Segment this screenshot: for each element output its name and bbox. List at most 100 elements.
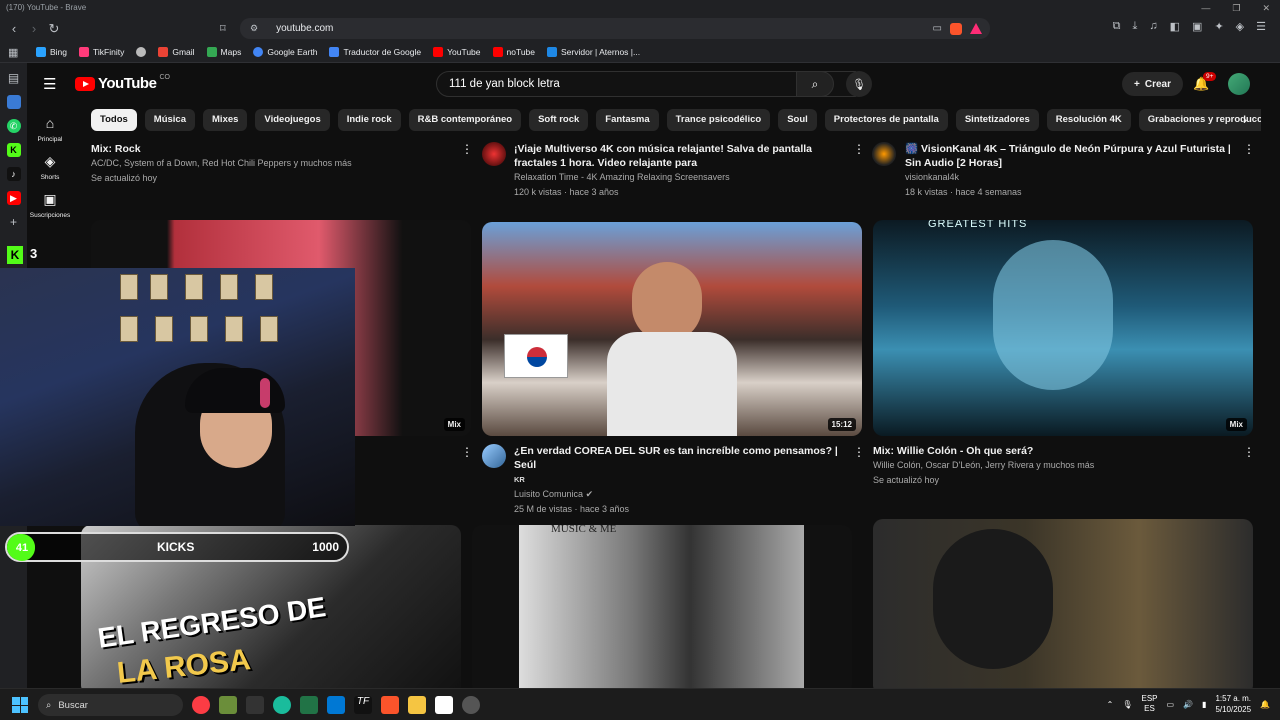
capcut-icon[interactable] — [435, 696, 453, 714]
bookmark-globe[interactable] — [136, 46, 147, 57]
kick-icon[interactable]: K — [6, 143, 21, 157]
microphone-tray-icon[interactable]: 🎙 — [1122, 700, 1132, 709]
bookmark-bing[interactable]: Bing — [36, 46, 67, 57]
minimize-icon[interactable]: — — [1201, 0, 1210, 16]
add-panel-icon[interactable]: + — [7, 215, 21, 229]
chip-todos[interactable]: Todos — [91, 109, 137, 131]
video-card-mix-rock[interactable]: Mix: Rock AC/DC, System of a Down, Red H… — [91, 142, 471, 186]
reload-icon[interactable]: ↻ — [44, 21, 64, 37]
brave-shields-icon[interactable] — [950, 22, 962, 35]
guide-item-shorts[interactable]: ◈ Shorts — [27, 153, 73, 181]
tray-overflow-icon[interactable]: ⌃ — [1107, 700, 1114, 709]
video-title[interactable]: ¡Viaje Multiverso 4K con música relajant… — [514, 142, 854, 170]
chip-screensavers[interactable]: Protectores de pantalla — [824, 109, 948, 131]
itunes-icon[interactable] — [192, 696, 210, 714]
ai-icon[interactable]: ✦ — [1214, 20, 1223, 33]
menu-icon[interactable]: ☰ — [1256, 20, 1266, 33]
more-options-icon[interactable]: ⋮ — [853, 445, 865, 459]
video-title[interactable]: 🎆 VisionKanal 4K – Triángulo de Neón Púr… — [905, 142, 1240, 170]
site-info-icon[interactable]: ⚙ — [250, 23, 258, 34]
chip-musica[interactable]: Música — [144, 109, 196, 131]
language-indicator[interactable]: ESP ES — [1141, 694, 1157, 714]
youtube-sidebar-icon[interactable]: ▶ — [6, 191, 21, 205]
video-title[interactable]: Mix: Rock — [91, 142, 471, 156]
spreadsheet-icon[interactable] — [300, 696, 318, 714]
search-input[interactable]: 111 de yan block letra ✕ — [436, 71, 856, 97]
apps-icon[interactable]: ▦ — [8, 46, 18, 59]
volume-icon[interactable]: 🔊 — [1183, 700, 1193, 709]
bookmark-translate[interactable]: Traductor de Google — [329, 46, 421, 57]
more-options-icon[interactable]: ⋮ — [1243, 142, 1255, 156]
reading-list-icon[interactable]: ▤ — [7, 71, 21, 85]
channel-avatar[interactable] — [872, 142, 896, 166]
chip-fantasma[interactable]: Fantasma — [596, 109, 659, 131]
wallet-icon[interactable]: ▣ — [1192, 20, 1202, 33]
guide-item-home[interactable]: ⌂ Principal — [27, 115, 73, 143]
whatsapp-icon[interactable]: ✆ — [6, 119, 21, 133]
chip-4k[interactable]: Resolución 4K — [1046, 109, 1131, 131]
vpn-icon[interactable]: ◈ — [1236, 20, 1244, 33]
notifications-icon[interactable]: 🔔 — [1260, 700, 1270, 709]
maximize-icon[interactable]: ❐ — [1232, 0, 1240, 16]
bookmark-tikfinity[interactable]: TikFinity — [79, 46, 124, 57]
taskbar-clock[interactable]: 1:57 a. m. 5/10/2025 — [1215, 693, 1251, 715]
screenshot-icon[interactable]: ⧉ — [1113, 20, 1121, 33]
youtube-logo[interactable]: YouTube CO — [75, 74, 170, 92]
video-card-visionkanal[interactable]: 🎆 VisionKanal 4K – Triángulo de Neón Púr… — [905, 142, 1240, 200]
media-icon[interactable]: ♫ — [1149, 20, 1157, 33]
chip-mixes[interactable]: Mixes — [203, 109, 248, 131]
video-card-corea[interactable]: ¿En verdad COREA DEL SUR es tan increíbl… — [514, 444, 849, 517]
bookmark-notube[interactable]: noTube — [492, 46, 535, 57]
video-card-multiverso[interactable]: ¡Viaje Multiverso 4K con música relajant… — [514, 142, 854, 200]
minecraft-icon[interactable] — [219, 696, 237, 714]
address-bar[interactable]: ⌑ ⚙ youtube.com ▭ — [220, 18, 990, 39]
video-title[interactable]: Mix: Willie Colón - Oh que será? — [873, 444, 1233, 458]
video-thumbnail[interactable] — [873, 519, 1253, 688]
sidebar-toggle-icon[interactable]: ◧ — [1170, 20, 1180, 33]
call-of-duty-icon[interactable] — [246, 696, 264, 714]
video-title[interactable]: ¿En verdad COREA DEL SUR es tan increíbl… — [514, 444, 849, 472]
more-options-icon[interactable]: ⋮ — [853, 142, 865, 156]
channel-avatar[interactable] — [482, 142, 506, 166]
more-options-icon[interactable]: ⋮ — [461, 445, 473, 459]
channel-avatar[interactable] — [482, 444, 506, 468]
bookmark-aternos[interactable]: Servidor | Aternos |... — [547, 46, 640, 57]
video-card-willie-colon[interactable]: Mix: Willie Colón - Oh que será? Willie … — [873, 444, 1233, 488]
chips-next-icon[interactable]: › — [1243, 113, 1247, 127]
guide-item-subscriptions[interactable]: ▣ Suscripciones — [27, 191, 73, 219]
voice-search-button[interactable]: 🎙 — [846, 71, 872, 97]
network-icon[interactable]: ▭ — [1167, 700, 1175, 709]
bookmark-maps[interactable]: Maps — [206, 46, 241, 57]
brave-rewards-icon[interactable] — [970, 22, 982, 34]
bookmark-youtube[interactable]: YouTube — [433, 46, 481, 57]
brave-icon[interactable] — [381, 696, 399, 714]
bookmark-gmail[interactable]: Gmail — [158, 46, 195, 57]
chip-videojuegos[interactable]: Videojuegos — [255, 109, 330, 131]
app-icon[interactable] — [273, 696, 291, 714]
obs-icon[interactable] — [462, 696, 480, 714]
close-window-icon[interactable]: ✕ — [1262, 0, 1270, 16]
windows-start-icon[interactable] — [12, 697, 28, 713]
create-button[interactable]: + Crear — [1122, 72, 1183, 96]
cast-icon[interactable]: ▭ — [933, 23, 942, 35]
chip-trance[interactable]: Trance psicodélico — [666, 109, 771, 131]
search-button[interactable]: ⌕ — [796, 71, 834, 97]
file-explorer-icon[interactable] — [408, 696, 426, 714]
bookmark-google-earth[interactable]: Google Earth — [253, 46, 317, 57]
tikfinity-app-icon[interactable]: TF — [354, 696, 372, 714]
taskbar-search[interactable]: ⌕ Buscar — [38, 694, 183, 716]
more-options-icon[interactable]: ⋮ — [461, 142, 473, 156]
chip-soul[interactable]: Soul — [778, 109, 817, 131]
forward-icon[interactable]: › — [24, 21, 44, 36]
account-avatar[interactable] — [1228, 73, 1250, 95]
bookmark-icon[interactable]: ⌑ — [220, 22, 226, 35]
sidebar-app-icon[interactable] — [6, 95, 21, 109]
battery-icon[interactable]: ▮ — [1202, 700, 1206, 709]
hamburger-menu-icon[interactable]: ☰ — [43, 75, 56, 93]
store-icon[interactable] — [327, 696, 345, 714]
video-thumbnail[interactable]: 15:12 — [482, 222, 862, 436]
video-thumbnail[interactable]: MUSIC & ME — [472, 525, 852, 688]
chip-soft-rock[interactable]: Soft rock — [529, 109, 589, 131]
more-options-icon[interactable]: ⋮ — [1243, 445, 1255, 459]
video-thumbnail[interactable]: GREATEST HITS Mix — [873, 220, 1253, 436]
